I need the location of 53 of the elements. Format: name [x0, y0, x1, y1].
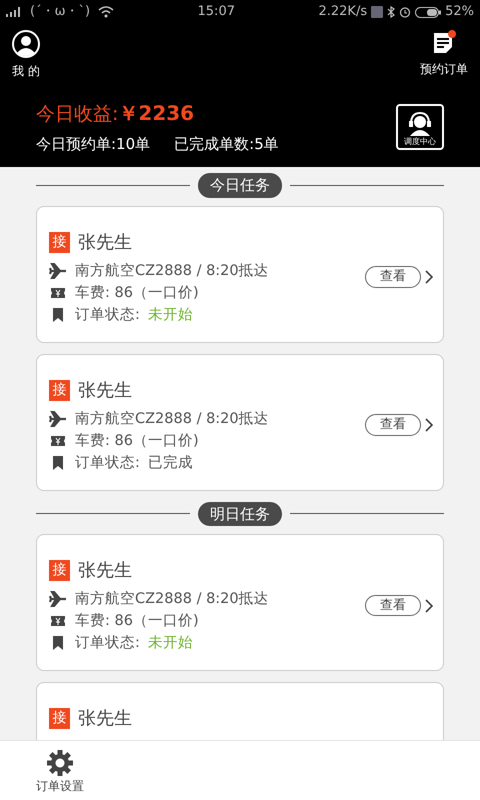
dispatch-button[interactable]: 调度中心 — [396, 104, 444, 150]
signal-icon — [6, 7, 22, 17]
network-speed: 2.22K/s — [318, 3, 368, 22]
customer-name: 张先生 — [78, 559, 132, 583]
customer-name: 张先生 — [78, 378, 132, 402]
status-label: 订单状态: — [75, 454, 140, 472]
profile-icon[interactable] — [12, 30, 40, 58]
section-title: 明日任务 — [198, 502, 282, 526]
customer-name: 张先生 — [78, 230, 132, 254]
wifi-icon — [98, 6, 114, 18]
orders-label[interactable]: 预约订单 — [420, 60, 468, 78]
fare-info: 车费: 86（一口价) — [75, 284, 199, 302]
completed-count: 已完成单数:5单 — [174, 134, 279, 154]
bluetooth-icon — [387, 6, 396, 18]
carrier-name: (´・ω・`) — [30, 3, 90, 22]
battery-level: 52% — [445, 3, 474, 22]
fare-info: 车费: 86（一口价) — [75, 432, 199, 450]
status-label: 订单状态: — [75, 306, 140, 324]
view-button[interactable]: 查看 — [365, 414, 421, 436]
customer-name: 张先生 — [78, 707, 132, 731]
alarm-icon — [399, 6, 412, 18]
order-status: 已完成 — [148, 454, 193, 472]
fare-info: 车费: 86（一口价) — [75, 612, 199, 631]
pickup-tag: 接 — [49, 380, 70, 400]
view-button[interactable]: 查看 — [365, 594, 421, 616]
clock-time: 15:07 — [198, 3, 235, 22]
pickup-tag: 接 — [49, 708, 70, 729]
flight-info: 南方航空CZ2888 / 8:20抵达 — [75, 590, 269, 609]
flight-info: 南方航空CZ2888 / 8:20抵达 — [75, 262, 269, 280]
pickup-tag: 接 — [49, 232, 70, 252]
chevron-right-icon — [425, 598, 433, 612]
chevron-right-icon — [425, 270, 433, 284]
plane-icon — [49, 262, 67, 278]
profile-label[interactable]: 我 的 — [12, 62, 40, 80]
settings-button[interactable]: 订单设置 — [36, 749, 84, 795]
battery-icon — [415, 6, 442, 18]
pickup-tag: 接 — [49, 560, 70, 581]
ticket-icon — [49, 613, 67, 629]
view-button[interactable]: 查看 — [365, 266, 421, 288]
chevron-right-icon — [425, 418, 433, 432]
status-label: 订单状态: — [75, 634, 140, 653]
plane-icon — [49, 410, 67, 426]
order-status: 未开始 — [148, 634, 193, 653]
plane-icon — [49, 591, 67, 607]
notification-icon — [371, 6, 384, 18]
section-title: 今日任务 — [198, 173, 282, 198]
flight-info: 南方航空CZ2888 / 8:20抵达 — [75, 410, 269, 428]
gear-icon — [46, 749, 74, 777]
orders-icon[interactable] — [431, 30, 457, 56]
headset-icon — [406, 110, 434, 136]
order-status: 未开始 — [148, 306, 193, 324]
earnings-total: 今日收益:￥2236 — [36, 100, 196, 127]
booked-count: 今日预约单:10单 — [36, 134, 150, 154]
